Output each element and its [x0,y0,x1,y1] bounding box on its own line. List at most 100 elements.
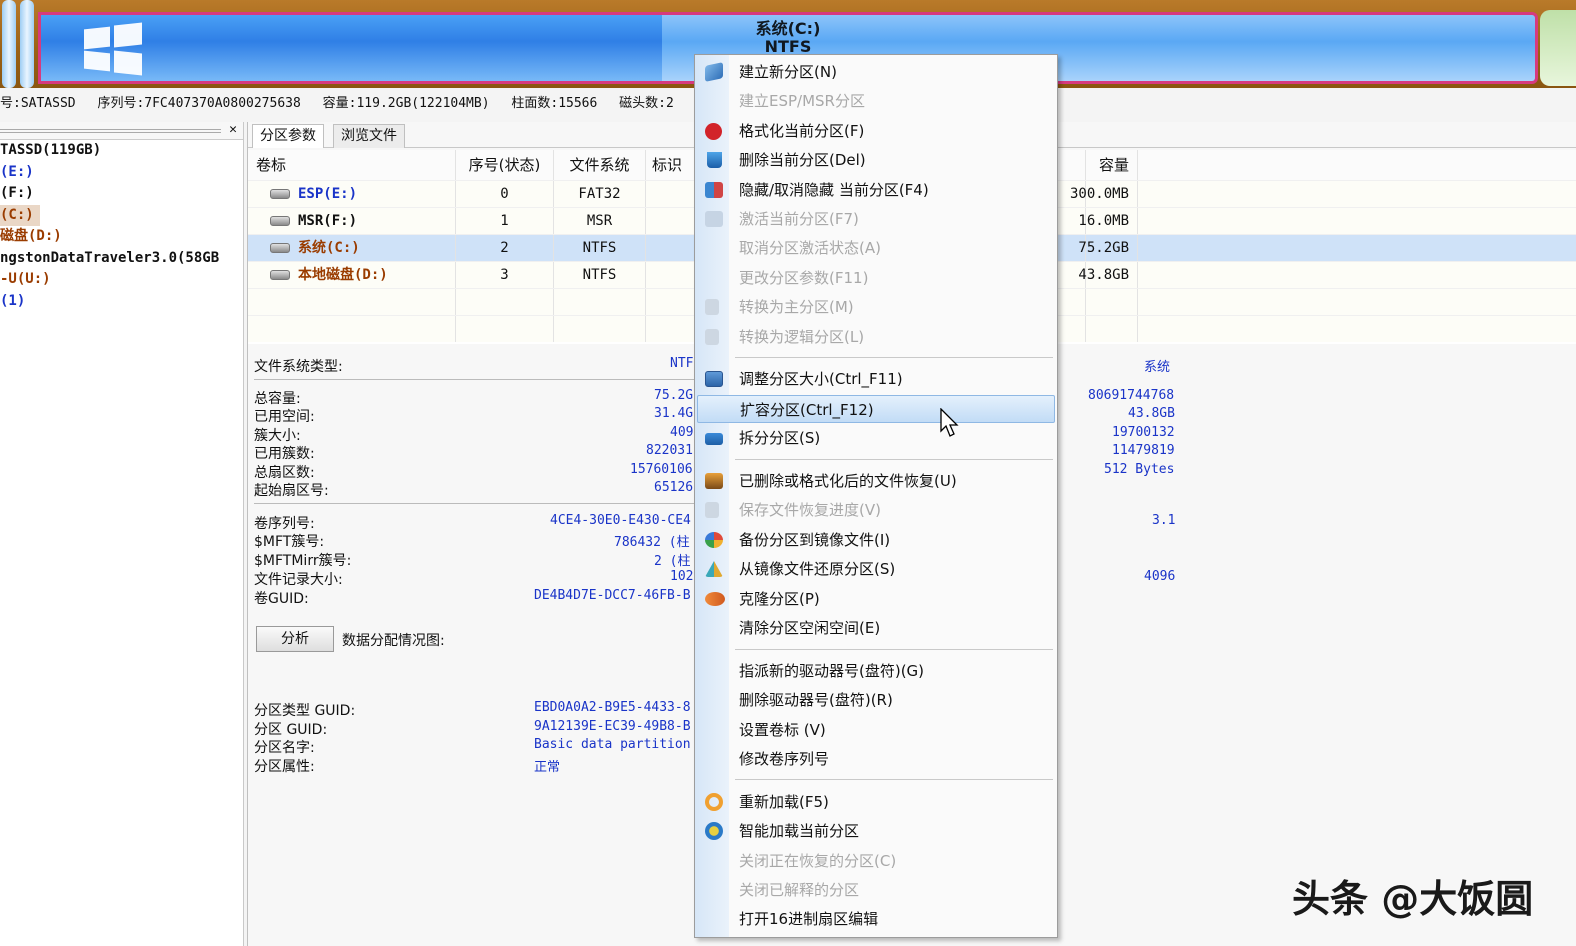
menu-item-resize[interactable]: 调整分区大小(Ctrl_F11) [697,365,1055,393]
menu-item-delete[interactable]: 删除当前分区(Del) [697,146,1055,174]
row-fs: NTFS [554,235,646,261]
menu-item-hex-editor[interactable]: 打开16进制扇区编辑 [697,905,1055,933]
prop-cluster-label: 簇大小: [254,428,301,444]
col-volume[interactable]: 卷标 [248,150,456,180]
row-volume: 系统(C:) [298,240,360,256]
prop-sectors-right: 512 Bytes [1104,462,1175,477]
recover-icon [705,473,723,489]
restore-icon [705,561,723,577]
disk-icon [270,243,290,253]
menu-item-change-serial[interactable]: 修改卷序列号 [697,745,1055,773]
menu-item-split[interactable]: 拆分分区(S) [697,424,1055,452]
disk-icon [270,270,290,280]
menu-item-extend[interactable]: 扩容分区(Ctrl_F12) [697,395,1055,423]
disk-icon [270,216,290,226]
tree-item-system[interactable]: (C:) [0,204,40,226]
close-icon[interactable]: ✕ [229,122,237,137]
prop-start-sector-value: 65126 [654,480,694,495]
prop-cluster-right: 19700132 [1112,425,1175,440]
tree-item-ssd[interactable]: TASSD(119GB) [0,140,243,162]
tree-item-partition-1[interactable]: (1) [0,291,243,313]
divider [254,503,694,504]
row-volume: ESP(E:) [298,186,358,202]
prop-part-name-label: 分区名字: [254,740,315,756]
menu-item-to-logical[interactable]: 转换为逻辑分区(L) [697,323,1055,351]
analyze-button[interactable]: 分析 [256,626,334,652]
row-index: 2 [456,235,554,261]
prop-vol-guid-label: 卷GUID: [254,591,309,607]
layers-icon [705,62,723,82]
menu-item-set-label[interactable]: 设置卷标 (V) [697,716,1055,744]
prop-part-guid-value: 9A12139E-EC39-49B8-B [534,719,691,734]
disk-icon [270,189,290,199]
prop-vol-guid-value: DE4B4D7E-DCC7-46FB-B [534,588,691,603]
menu-item-esp-msr[interactable]: 建立ESP/MSR分区 [697,87,1055,115]
tab-browse-files[interactable]: 浏览文件 [333,124,405,148]
activate-icon [705,211,723,227]
prop-fs-type-right: 系统 [1144,360,1171,375]
divider [254,379,694,380]
row-fs: NTFS [554,262,646,288]
prop-vol-serial-value: 4CE4-30E0-E430-CE4 [550,513,691,528]
backup-icon [705,532,723,548]
menu-item-reload[interactable]: 重新加载(F5) [697,788,1055,816]
menu-item-clone[interactable]: 克隆分区(P) [697,585,1055,613]
menu-item-hide[interactable]: 隐藏/取消隐藏 当前分区(F4) [697,176,1055,204]
prop-start-sector-label: 起始扇区号: [254,483,329,499]
windows-logo-icon [84,22,142,76]
menu-item-deactivate[interactable]: 取消分区激活状态(A) [697,234,1055,262]
prop-used-clusters-value: 822031 [646,443,693,458]
tree-item-usb-disk[interactable]: ngstonDataTraveler3.0(58GB [0,248,243,270]
trash-icon [707,152,722,168]
disk-tree-panel: ✕ TASSD(119GB) (E:) (F:) (C:) 磁盘(D:) ngs… [0,122,244,946]
menu-item-to-primary[interactable]: 转换为主分区(M) [697,293,1055,321]
prop-fs-type-label: 文件系统类型: [254,359,343,375]
disk-info-bar: 号:SATASSD 序列号:7FC407370A0800275638 容量:11… [0,92,688,112]
tree-panel-grip[interactable] [0,129,221,133]
smart-load-icon [705,822,723,840]
partition-title: 系统(C:) [755,19,821,38]
col-capacity[interactable]: 容量 [1086,150,1138,180]
tree-item-usb-partition[interactable]: -U(U:) [0,269,243,291]
hide-icon [705,182,723,198]
disk-capacity: 容量:119.2GB(122104MB) [322,96,490,111]
menu-item-save-progress[interactable]: 保存文件恢复进度(V) [697,496,1055,524]
menu-item-restore-image[interactable]: 从镜像文件还原分区(S) [697,555,1055,583]
prop-fs-type-value: NTF [670,356,694,371]
menu-item-new-partition[interactable]: 建立新分区(N) [697,58,1055,86]
prop-used-label: 已用空间: [254,409,315,425]
disk-map-scroll-left[interactable] [2,0,16,88]
row-index: 0 [456,181,554,207]
prop-used-right: 43.8GB [1128,406,1175,421]
menu-item-close-interpreted[interactable]: 关闭已解释的分区 [697,876,1055,904]
format-icon [705,123,722,140]
row-fs: FAT32 [554,181,646,207]
row-volume: 本地磁盘(D:) [298,267,388,283]
convert-logical-icon [705,329,719,345]
menu-item-change-params[interactable]: 更改分区参数(F11) [697,264,1055,292]
tab-partition-params[interactable]: 分区参数 [252,124,324,148]
tree-item-msr[interactable]: (F:) [0,183,243,205]
menu-item-wipe-free-space[interactable]: 清除分区空闲空间(E) [697,614,1055,642]
disk-map-scroll-left-2[interactable] [20,0,34,88]
prop-sectors-label: 总扇区数: [254,465,315,481]
prop-type-guid-label: 分区类型 GUID: [254,703,356,719]
menu-item-format[interactable]: 格式化当前分区(F) [697,117,1055,145]
menu-item-remove-letter[interactable]: 删除驱动器号(盘符)(R) [697,686,1055,714]
menu-item-backup-image[interactable]: 备份分区到镜像文件(I) [697,526,1055,554]
tree-item-local-disk[interactable]: 磁盘(D:) [0,226,243,248]
menu-item-file-recovery[interactable]: 已删除或格式化后的文件恢复(U) [697,467,1055,495]
prop-total-right: 80691744768 [1088,388,1175,403]
prop-total-value: 75.2G [654,388,694,403]
prop-part-guid-label: 分区 GUID: [254,722,328,738]
tree-item-esp[interactable]: (E:) [0,162,243,184]
prop-vol-serial-right: 3.1 [1152,513,1176,528]
col-index[interactable]: 序号(状态) [456,150,554,180]
menu-item-close-recovering[interactable]: 关闭正在恢复的分区(C) [697,847,1055,875]
allocation-map-label: 数据分配情况图: [342,633,445,649]
menu-separator [735,357,1053,358]
menu-item-smart-load[interactable]: 智能加载当前分区 [697,817,1055,845]
menu-item-activate[interactable]: 激活当前分区(F7) [697,205,1055,233]
col-fs[interactable]: 文件系统 [554,150,646,180]
menu-item-assign-letter[interactable]: 指派新的驱动器号(盘符)(G) [697,657,1055,685]
